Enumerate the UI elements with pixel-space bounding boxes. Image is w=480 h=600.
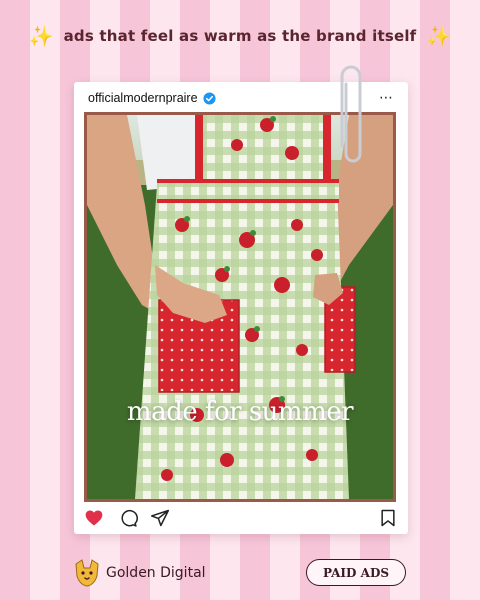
more-options-icon[interactable]: ⋯: [379, 91, 394, 105]
overlay-caption: made for summer: [126, 397, 354, 427]
sparkle-icon: ✨: [426, 24, 452, 48]
verified-badge-icon: [203, 91, 216, 105]
paid-ads-button[interactable]: PAID ADS: [306, 559, 406, 586]
dog-logo-icon: [75, 559, 99, 587]
sparkle-icon: ✨: [28, 24, 54, 48]
brand-name: Golden Digital: [106, 565, 206, 581]
headline: ✨ ads that feel as warm as the brand its…: [0, 26, 480, 46]
headline-text: ads that feel as warm as the brand itsel…: [63, 27, 417, 45]
comment-icon[interactable]: [118, 508, 138, 528]
bookmark-icon[interactable]: [378, 508, 398, 528]
heart-icon[interactable]: [84, 508, 104, 528]
post-action-bar: [84, 508, 398, 528]
share-icon[interactable]: [150, 508, 170, 528]
post-username[interactable]: officialmodernpraire: [88, 91, 198, 105]
brand-logo: Golden Digital: [72, 558, 206, 588]
paperclip-icon: [340, 65, 362, 163]
apron-photo: [87, 115, 393, 499]
